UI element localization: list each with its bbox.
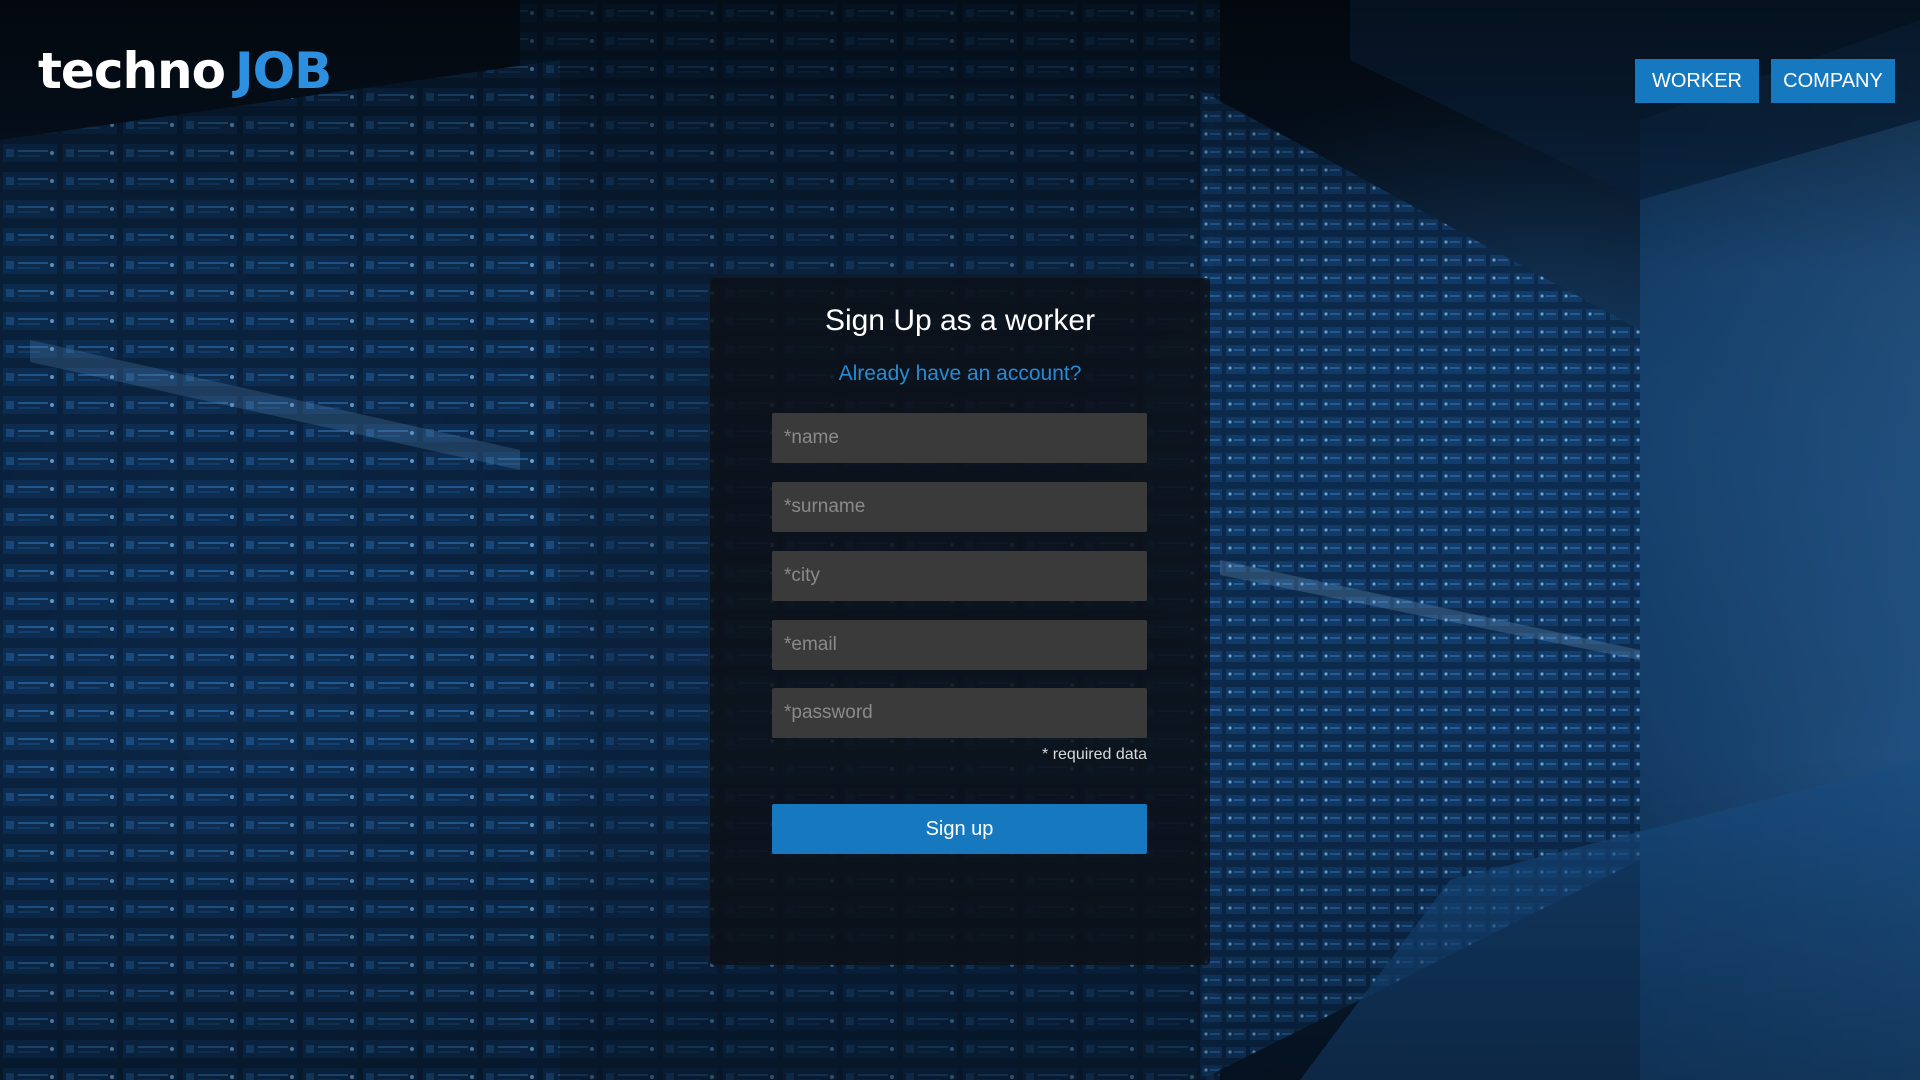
login-link[interactable]: Already have an account? [710, 362, 1210, 386]
technojob-logo[interactable]: techno JOB [38, 46, 332, 96]
company-button[interactable]: COMPANY [1771, 59, 1895, 103]
required-data-note: * required data [1042, 746, 1147, 763]
logo-text-job: JOB [235, 42, 332, 100]
surname-input[interactable] [772, 482, 1147, 532]
signup-card: Sign Up as a worker Already have an acco… [710, 278, 1210, 965]
sign-up-button[interactable]: Sign up [772, 804, 1147, 854]
logo-text-techno: techno [38, 42, 226, 100]
email-input[interactable] [772, 620, 1147, 670]
password-input[interactable] [772, 688, 1147, 738]
top-nav: WORKER COMPANY [1635, 59, 1895, 103]
signup-title: Sign Up as a worker [824, 304, 1096, 337]
city-input[interactable] [772, 551, 1147, 601]
page: techno JOB WORKER COMPANY Sign Up as a wo… [0, 0, 1920, 1080]
name-input[interactable] [772, 413, 1147, 463]
worker-button[interactable]: WORKER [1635, 59, 1759, 103]
